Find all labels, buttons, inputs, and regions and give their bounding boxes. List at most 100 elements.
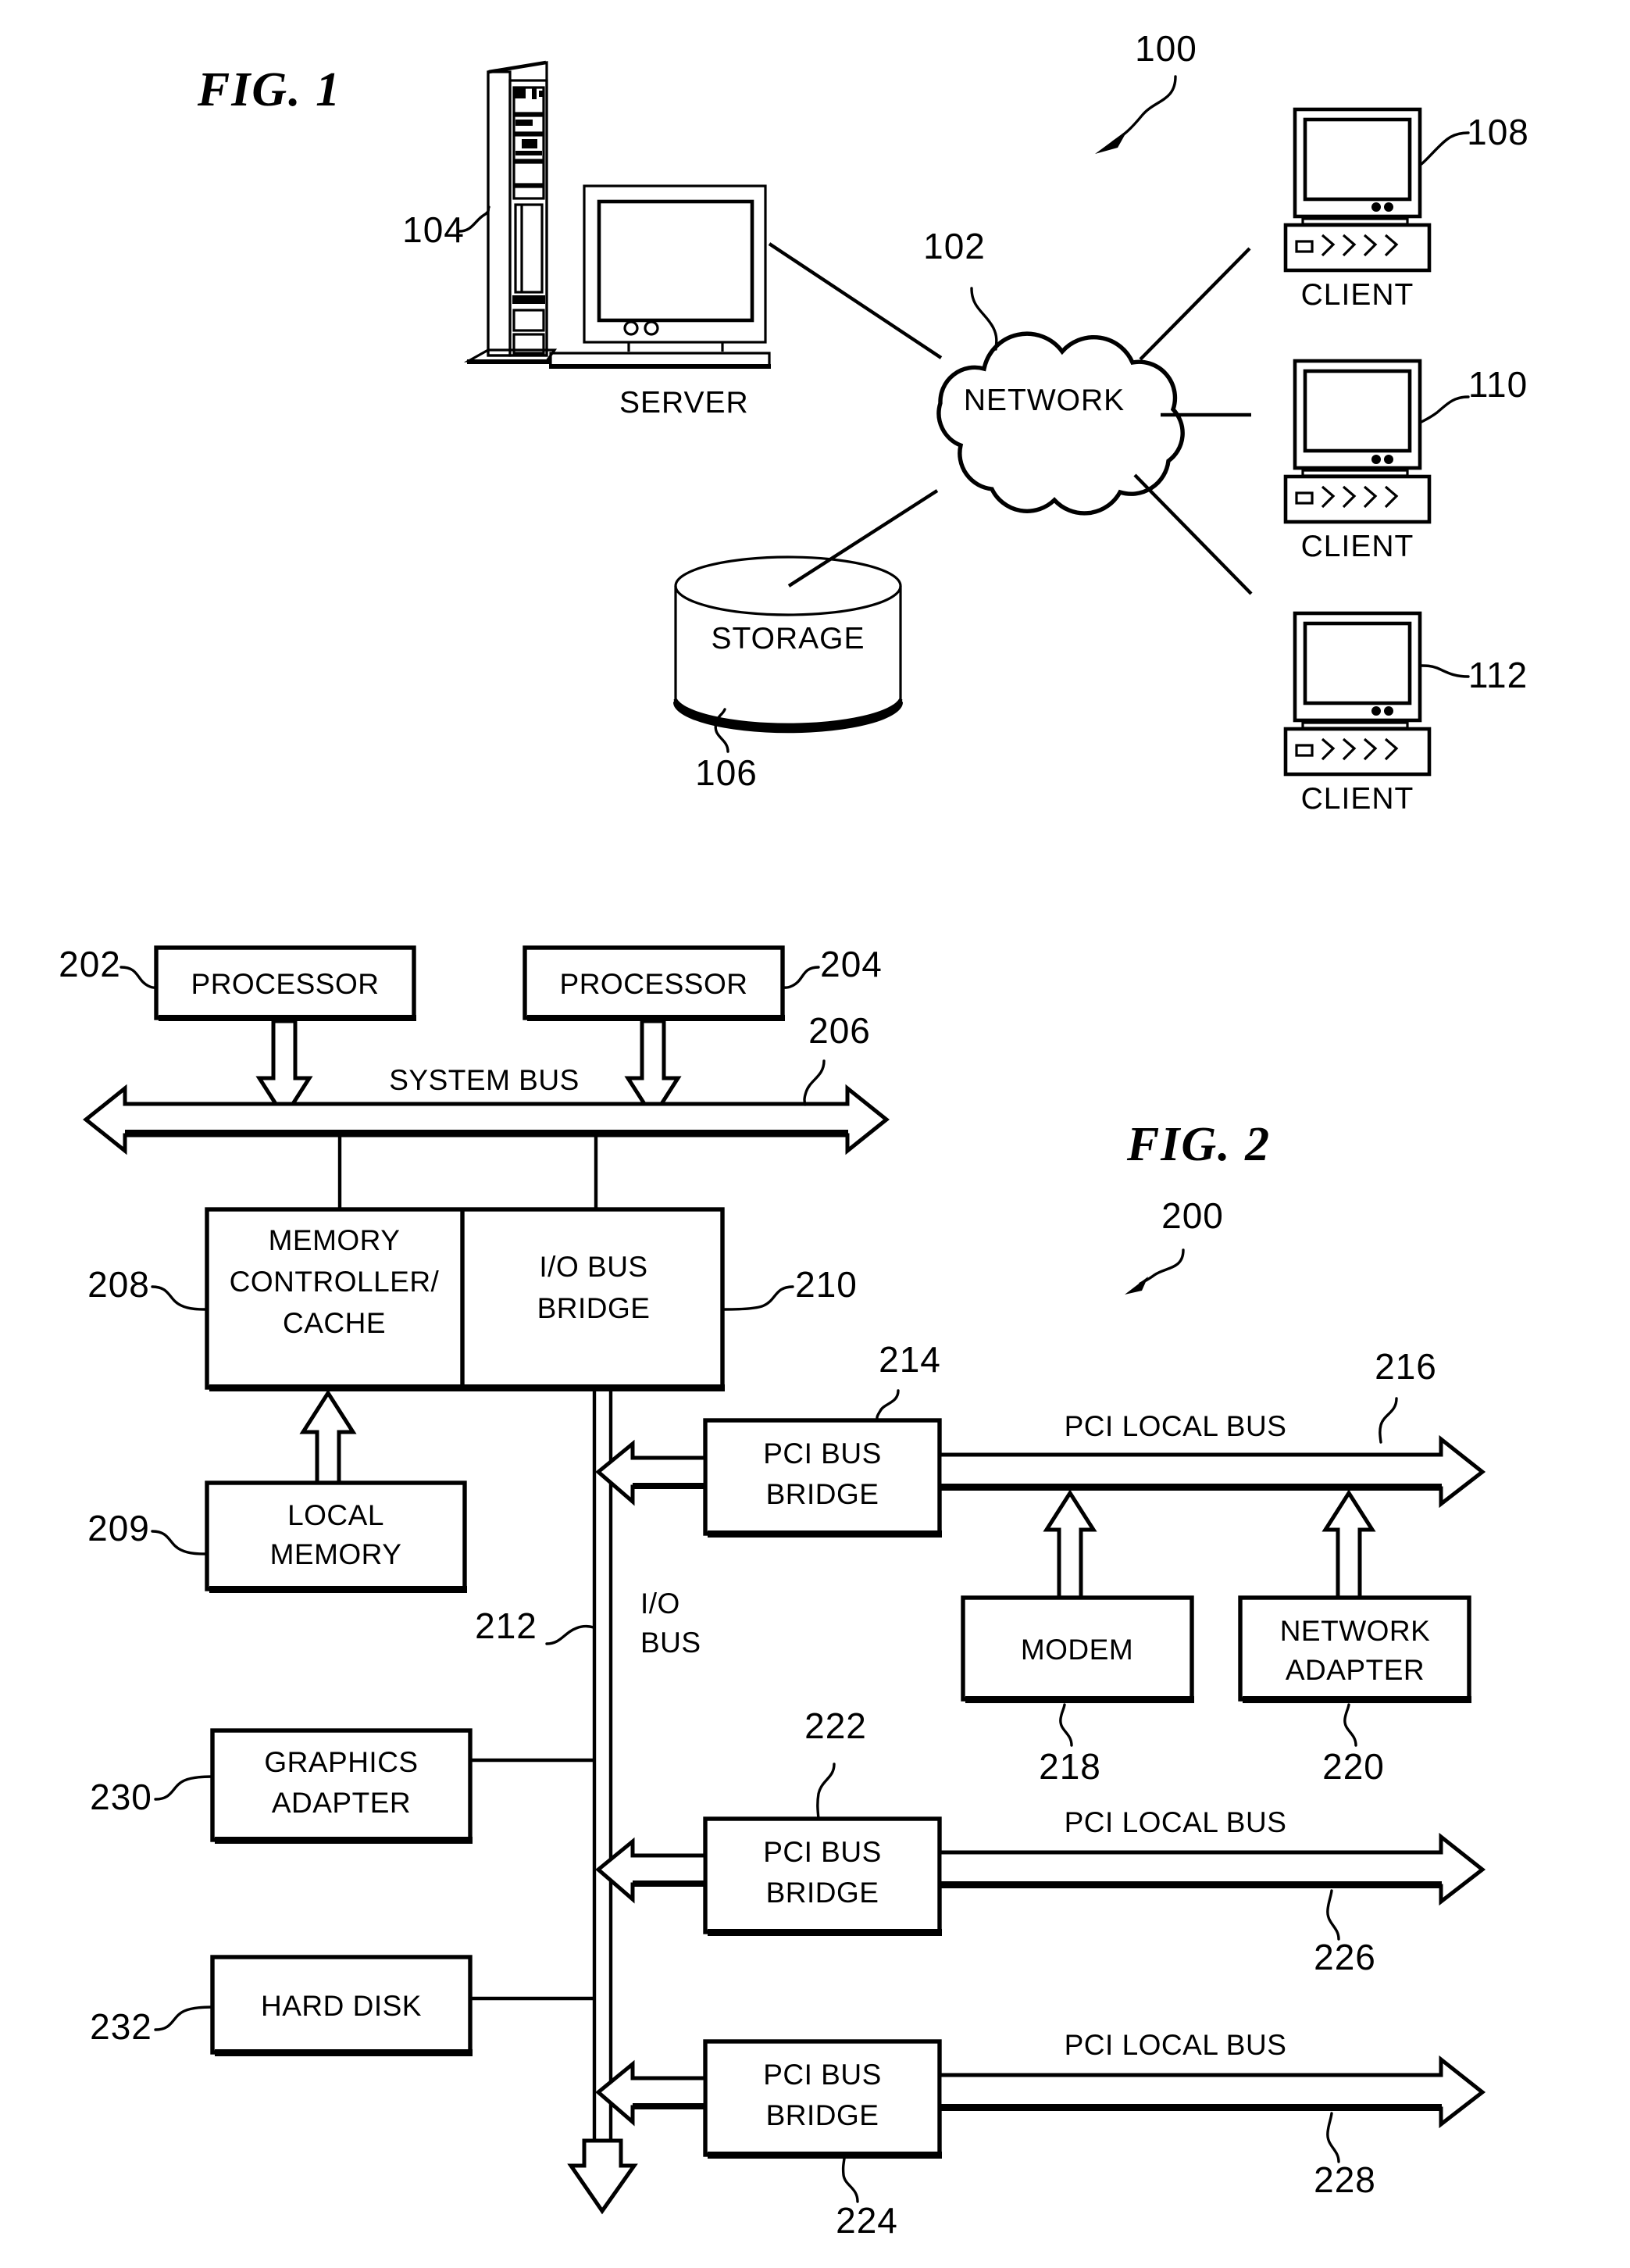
ref-100-leader — [1095, 75, 1177, 154]
local-memory-to-controller-arrow — [299, 1389, 357, 1485]
ref-204-leader — [782, 966, 820, 989]
link-server-network — [768, 242, 943, 359]
client-3-computer-icon — [1283, 611, 1432, 777]
ref-206-leader — [803, 1059, 826, 1106]
link-network-storage — [787, 489, 939, 588]
ref-212-label: 212 — [475, 1605, 537, 1646]
pci-bridge-1-arrow-shadow — [633, 1483, 705, 1489]
io-bus-label-line2: BUS — [640, 1627, 701, 1659]
pci-bus-bridge-3-label-line1: PCI BUS — [763, 2059, 882, 2091]
pci-bridge-2-arrow-shadow — [633, 1880, 705, 1887]
system-bus-shadow — [125, 1130, 848, 1137]
ref-222-label: 222 — [804, 1705, 867, 1746]
ref-224-leader — [841, 2157, 859, 2203]
local-memory-label-line1: LOCAL — [287, 1499, 384, 1531]
pci-bridge-2-to-io-bus-arrow — [595, 1837, 708, 1904]
network-adapter-label-line1: NETWORK — [1280, 1615, 1431, 1647]
io-bus-bridge-label-line1: I/O BUS — [539, 1251, 647, 1283]
ref-228-leader — [1326, 2112, 1340, 2163]
ref-102-label: 102 — [923, 226, 986, 266]
ref-208-leader — [151, 1285, 208, 1311]
client-2-computer-icon — [1283, 359, 1432, 524]
ref-210-label: 210 — [795, 1264, 858, 1305]
client-3-label: CLIENT — [1301, 782, 1414, 816]
network-adapter-to-bus-arrow — [1321, 1489, 1376, 1600]
modem-label: MODEM — [1021, 1634, 1133, 1666]
memory-controller-label-line3: CACHE — [283, 1307, 386, 1339]
pci-local-bus-2-arrow — [937, 1832, 1486, 1906]
ref-106-leader — [714, 708, 729, 753]
memory-controller-label-line1: MEMORY — [269, 1224, 401, 1256]
system-bus-label: SYSTEM BUS — [389, 1064, 580, 1096]
pci-local-bus-2-shadow — [940, 1881, 1442, 1888]
pci-bridge-3-to-io-bus-arrow — [595, 2059, 708, 2127]
ref-208-label: 208 — [87, 1264, 150, 1305]
ref-216-leader — [1379, 1397, 1398, 1444]
ref-232-label: 232 — [90, 2006, 152, 2047]
ref-206-label: 206 — [808, 1010, 871, 1051]
ref-230-label: 230 — [90, 1777, 152, 1817]
ref-228-label: 228 — [1314, 2159, 1376, 2200]
ref-108-leader — [1420, 131, 1470, 166]
pci-local-bus-3-arrow — [937, 2055, 1486, 2129]
memory-controller-label-line2: CONTROLLER/ — [230, 1266, 440, 1298]
ref-230-leader — [154, 1775, 213, 1801]
ref-202-label: 202 — [59, 944, 121, 984]
pci-bus-bridge-2-label-line1: PCI BUS — [763, 1836, 882, 1868]
ref-222-leader — [816, 1763, 836, 1820]
server-label: SERVER — [619, 386, 749, 420]
network-adapter-label-line2: ADAPTER — [1286, 1654, 1425, 1686]
pci-bridge-3-arrow-shadow — [633, 2103, 705, 2109]
server-tower-icon — [463, 60, 558, 364]
network-label: NETWORK — [964, 384, 1125, 417]
ref-110-leader — [1420, 395, 1470, 423]
ref-112-leader — [1420, 664, 1470, 678]
client-1-label: CLIENT — [1301, 278, 1414, 312]
ref-102-leader — [970, 287, 998, 351]
figure-1-and-2-artwork: FIG. 1 100 SERVER 104 NETWORK 102 STORAG… — [59, 28, 1529, 2241]
pci-local-bus-1-arrow — [937, 1434, 1486, 1509]
pci-local-bus-1-shadow — [940, 1484, 1442, 1491]
ref-226-leader — [1326, 1889, 1340, 1941]
pci-local-bus-3-shadow — [940, 2104, 1442, 2111]
ref-104-label: 104 — [402, 209, 465, 250]
link-network-client3 — [1133, 473, 1253, 595]
io-bus-label-line1: I/O — [640, 1588, 680, 1620]
pci-bus-bridge-1-label-line1: PCI BUS — [763, 1438, 882, 1470]
ref-110-label: 110 — [1468, 364, 1528, 405]
ref-100-label: 100 — [1135, 28, 1197, 69]
client-2-label: CLIENT — [1301, 530, 1414, 563]
io-bus-bridge-label-line2: BRIDGE — [537, 1292, 651, 1324]
ref-226-label: 226 — [1314, 1937, 1376, 1977]
pci-bus-bridge-1-label-line2: BRIDGE — [766, 1478, 879, 1510]
ref-214-leader — [876, 1389, 900, 1422]
graphics-adapter-label-line1: GRAPHICS — [264, 1746, 418, 1778]
ref-106-label: 106 — [695, 752, 758, 793]
ref-209-label: 209 — [87, 1508, 150, 1548]
storage-label: STORAGE — [712, 622, 865, 655]
ref-210-leader — [723, 1285, 794, 1311]
figure-1-title: FIG. 1 — [197, 63, 341, 116]
system-bus-arrow — [82, 1084, 890, 1155]
pci-bus-bridge-3-label-line2: BRIDGE — [766, 2099, 879, 2131]
ref-218-label: 218 — [1039, 1746, 1101, 1787]
ref-112-label: 112 — [1468, 655, 1528, 695]
patent-drawing-sheet: FIG. 1 100 SERVER 104 NETWORK 102 STORAG… — [0, 0, 1630, 2268]
ref-200-leader — [1125, 1248, 1185, 1295]
pci-local-bus-2-label: PCI LOCAL BUS — [1065, 1806, 1287, 1838]
graphics-adapter-label-line2: ADAPTER — [272, 1787, 411, 1819]
ref-218-leader — [1059, 1703, 1073, 1747]
client-1-computer-icon — [1283, 107, 1432, 273]
local-memory-label-line2: MEMORY — [270, 1538, 402, 1570]
pci-local-bus-1-label: PCI LOCAL BUS — [1065, 1410, 1287, 1442]
ref-224-label: 224 — [836, 2200, 898, 2241]
link-network-client1 — [1139, 247, 1251, 361]
ref-220-label: 220 — [1322, 1746, 1385, 1787]
ref-200-label: 200 — [1161, 1195, 1224, 1236]
ref-214-label: 214 — [879, 1339, 941, 1380]
processor-1-label: PROCESSOR — [191, 968, 380, 1000]
ref-108-label: 108 — [1467, 112, 1529, 152]
hard-disk-label: HARD DISK — [261, 1990, 422, 2022]
ref-209-leader — [151, 1530, 208, 1555]
ref-212-leader — [545, 1624, 595, 1645]
